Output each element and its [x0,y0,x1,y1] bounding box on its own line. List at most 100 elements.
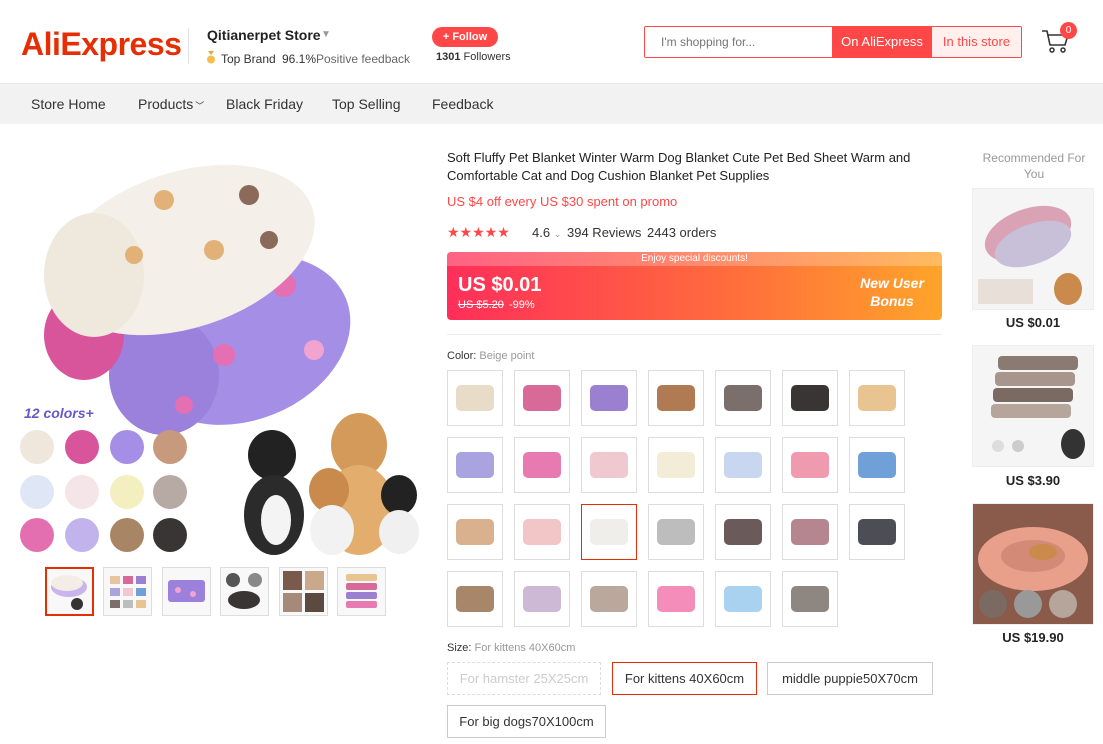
nav-top-selling[interactable]: Top Selling [332,96,401,112]
thumbnail-6[interactable] [337,567,386,616]
color-swatch[interactable] [715,504,771,560]
nav-black-friday[interactable]: Black Friday [226,96,303,112]
swatch-image [456,452,494,478]
swatch-image [590,452,628,478]
color-swatch[interactable] [581,437,637,493]
thumbnail-2[interactable] [103,567,152,616]
color-swatch[interactable] [581,571,637,627]
color-swatch[interactable] [581,370,637,426]
swatch-image [657,586,695,612]
store-nav: Store Home Products ﹀ Black Friday Top Se… [0,84,1103,124]
color-swatch[interactable] [648,370,704,426]
nav-feedback[interactable]: Feedback [432,96,493,112]
thumbnail-5[interactable] [279,567,328,616]
swatch-image [456,586,494,612]
swatch-image [590,385,628,411]
followers-count: 1301 Followers [436,51,511,63]
search-input[interactable] [645,27,832,57]
color-swatch[interactable] [715,571,771,627]
swatch-image [523,452,561,478]
swatch-image [858,519,896,545]
recommended-item-1-image[interactable] [972,188,1094,310]
swatch-image [791,519,829,545]
follow-button[interactable]: + Follow [432,27,498,47]
color-swatch[interactable] [447,571,503,627]
nav-products-label: Products [138,96,194,112]
color-swatch[interactable] [782,504,838,560]
color-swatch[interactable] [514,571,570,627]
size-option-big-dogs[interactable]: For big dogs70X100cm [447,705,606,738]
store-header: AliExpress Qitianerpet Store ▼ Top Brand… [0,0,1103,84]
discount-percent: -99% [509,299,535,311]
recommended-item-2-price: US $3.90 [1005,473,1061,488]
followers-label: Followers [463,51,511,63]
thumbnail-4[interactable] [220,567,269,616]
color-swatch[interactable] [715,437,771,493]
recommended-item-1-price: US $0.01 [1005,315,1061,330]
rating-number: 4.6 [532,225,551,240]
color-swatch[interactable] [849,504,905,560]
rating-value[interactable]: 4.6 ⌄ [532,225,561,240]
color-label-text: Color: [447,350,477,362]
size-option-middle-puppie[interactable]: middle puppie50X70cm [767,662,933,695]
nav-products[interactable]: Products ﹀ [138,96,204,112]
thumbnail-1[interactable] [45,567,94,616]
swatch-image [456,519,494,545]
color-swatch[interactable] [581,504,637,560]
color-swatch[interactable] [715,370,771,426]
followers-number: 1301 [436,51,461,63]
color-swatch[interactable] [782,571,838,627]
chevron-down-icon: ﹀ [195,101,205,111]
size-option-hamster[interactable]: For hamster 25X25cm [447,662,601,695]
swatch-image [523,385,561,411]
bonus-line-2: Bonus [870,293,914,309]
color-swatch[interactable] [447,370,503,426]
swatch-image [724,385,762,411]
search-store-button[interactable]: In this store [932,27,1021,57]
color-swatch[interactable] [782,437,838,493]
swatch-image [724,586,762,612]
feedback-percent: 96.1% [282,52,317,66]
color-swatch[interactable] [648,571,704,627]
reviews-count[interactable]: 394 Reviews [567,225,641,240]
store-name[interactable]: Qitianerpet Store [207,27,321,43]
recommended-title: Recommended For You [982,151,1086,181]
color-swatch[interactable] [447,437,503,493]
swatch-image [724,452,762,478]
color-label: Color: Beige point [447,350,534,362]
chevron-down-icon[interactable]: ▼ [321,29,331,40]
size-value: For kittens 40X60cm [474,642,576,654]
recommended-item-2-image[interactable] [972,345,1094,467]
swatch-image [590,586,628,612]
star-rating-icon: ★★★★★ [447,224,510,240]
colors-badge: 12 colors+ [24,405,94,421]
swatch-image [590,519,628,545]
color-swatch[interactable] [514,370,570,426]
thumbnail-3[interactable] [162,567,211,616]
product-main-image[interactable]: 12 colors+ [14,140,424,555]
color-swatch[interactable] [514,437,570,493]
promo-text[interactable]: US $4 off every US $30 spent on promo [447,194,677,209]
swatch-image [456,385,494,411]
recommended-item-3-price: US $19.90 [1002,630,1064,645]
medal-icon [207,51,215,64]
product-title: Soft Fluffy Pet Blanket Winter Warm Dog … [447,150,911,183]
logo-divider [188,28,189,64]
color-swatch[interactable] [648,504,704,560]
recommended-item-3-image[interactable] [972,503,1094,625]
swatch-image [858,452,896,478]
original-price: US $5.20 [458,299,504,311]
price-box: Enjoy special discounts! US $0.01 US $5.… [447,252,942,320]
color-swatch[interactable] [782,370,838,426]
aliexpress-logo[interactable]: AliExpress [21,26,182,63]
color-swatch[interactable] [648,437,704,493]
search-aliexpress-button[interactable]: On AliExpress [832,27,932,57]
swatch-image [724,519,762,545]
color-swatch[interactable] [849,437,905,493]
swatch-image [791,452,829,478]
color-swatch[interactable] [849,370,905,426]
nav-store-home[interactable]: Store Home [31,96,106,112]
color-swatch[interactable] [447,504,503,560]
size-option-kittens[interactable]: For kittens 40X60cm [612,662,757,695]
color-swatch[interactable] [514,504,570,560]
